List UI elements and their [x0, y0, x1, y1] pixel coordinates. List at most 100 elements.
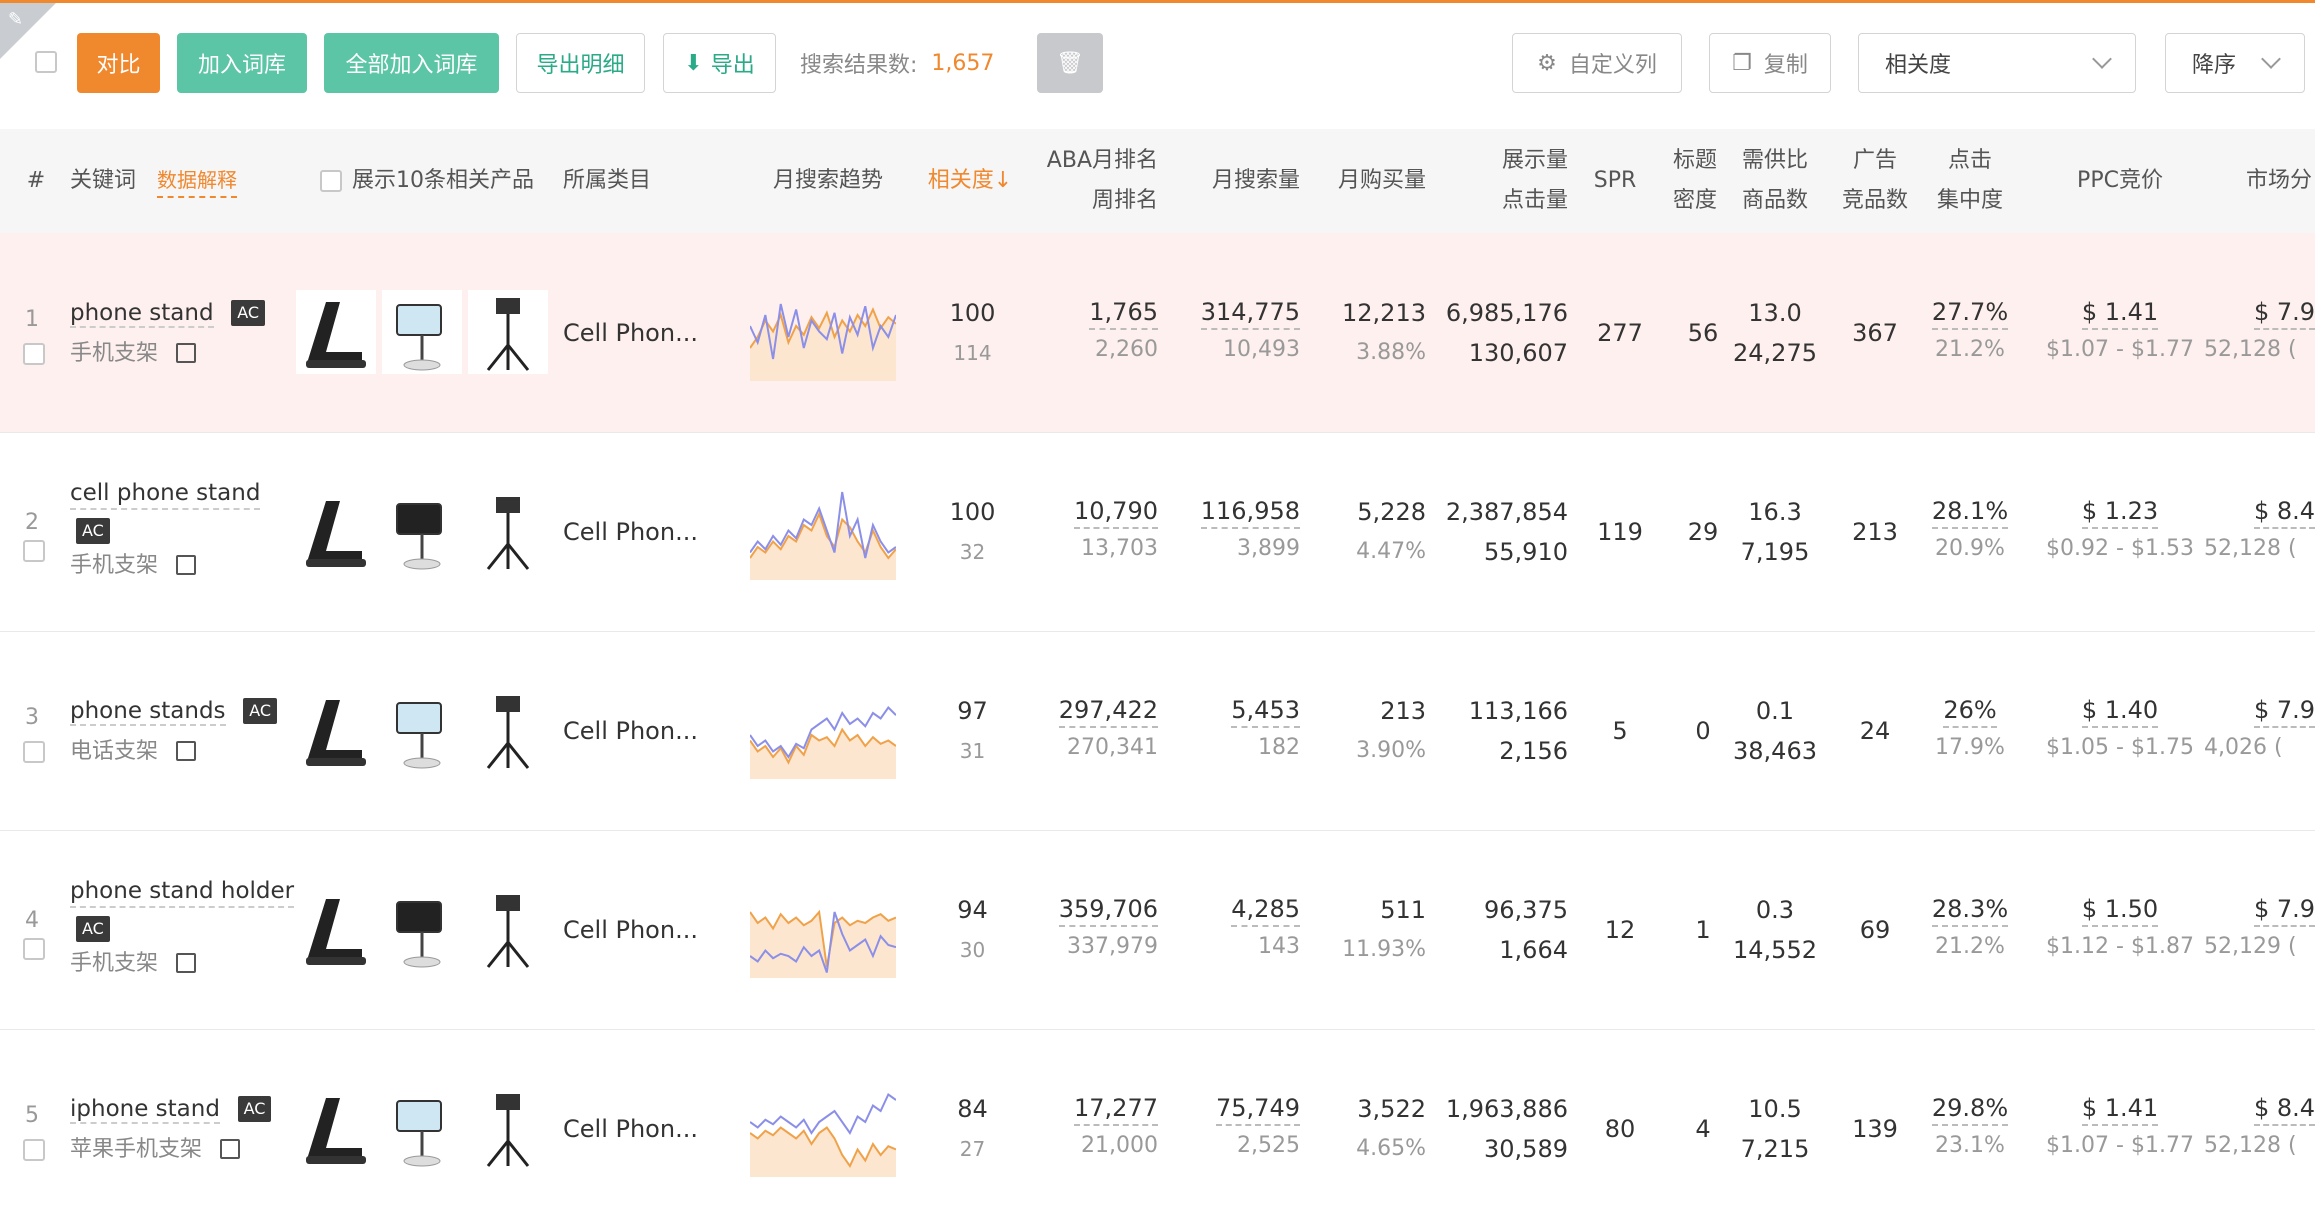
aba-month-value[interactable]: 297,422: [1058, 694, 1158, 728]
monthly-search-value[interactable]: 5,453: [1231, 694, 1300, 728]
export-button[interactable]: ⬇ 导出: [663, 33, 776, 93]
row-checkbox[interactable]: [23, 1139, 45, 1161]
edit-icon[interactable]: [219, 1138, 240, 1159]
add-all-to-library-button[interactable]: 全部加入词库: [324, 33, 499, 93]
table-row[interactable]: 4 phone stand holder AC 手机支架 Cell Phon..…: [0, 830, 2315, 1030]
product-thumbnail[interactable]: [382, 688, 462, 772]
edit-icon[interactable]: [175, 342, 196, 363]
market-value[interactable]: $ 8.4: [2254, 1092, 2315, 1126]
ppc-value[interactable]: $ 1.41: [2081, 296, 2159, 330]
product-thumbnail[interactable]: [382, 290, 462, 374]
edit-icon[interactable]: [175, 952, 196, 973]
row-checkbox[interactable]: [23, 343, 45, 365]
custom-columns-button[interactable]: ⚙ 自定义列: [1512, 33, 1682, 93]
sort-order-select[interactable]: 降序: [2165, 33, 2305, 93]
keyword-text[interactable]: phone stand holder: [70, 876, 295, 908]
col-click-concentration[interactable]: 点击 集中度: [1928, 129, 2012, 233]
add-to-library-button[interactable]: 加入词库: [177, 33, 307, 93]
ppc-value[interactable]: $ 1.23: [2081, 495, 2159, 529]
monthly-search-value[interactable]: 75,749: [1216, 1092, 1300, 1126]
market-value[interactable]: $ 7.9: [2254, 893, 2315, 927]
edit-icon[interactable]: [175, 554, 196, 575]
sort-field-select[interactable]: 相关度: [1858, 33, 2136, 93]
monthly-search-value[interactable]: 314,775: [1200, 296, 1300, 330]
click-concentration-value[interactable]: 27.7%: [1931, 296, 2009, 330]
show-products-toggle[interactable]: 展示10条相关产品: [320, 161, 534, 201]
keyword-text[interactable]: cell phone stand: [70, 478, 261, 510]
col-relevance[interactable]: 相关度↓: [915, 129, 1025, 233]
aba-month-value[interactable]: 1,765: [1089, 296, 1158, 330]
product-thumbnail[interactable]: [382, 489, 462, 573]
table-row[interactable]: 2 cell phone stand AC 手机支架 Cell Phon... …: [0, 432, 2315, 632]
col-aba[interactable]: ABA月排名 周排名: [1030, 129, 1158, 233]
market-value[interactable]: $ 7.9: [2254, 694, 2315, 728]
market-value[interactable]: $ 8.4: [2254, 495, 2315, 529]
row-checkbox[interactable]: [23, 938, 45, 960]
product-thumbnail[interactable]: [468, 1086, 548, 1170]
keyword-text[interactable]: phone stand: [70, 299, 214, 328]
product-thumbnail[interactable]: [382, 1086, 462, 1170]
delete-button[interactable]: 🗑: [1037, 33, 1103, 93]
product-thumbnail[interactable]: [296, 887, 376, 971]
show-products-checkbox[interactable]: [320, 170, 342, 192]
col-supply-ratio[interactable]: 需供比 商品数: [1730, 129, 1820, 233]
col-monthly-search[interactable]: 月搜索量: [1190, 129, 1300, 233]
product-thumbnail[interactable]: [468, 489, 548, 573]
aba-month-value[interactable]: 10,790: [1074, 495, 1158, 529]
ppc-value[interactable]: $ 1.40: [2081, 694, 2159, 728]
product-thumbnail[interactable]: [468, 688, 548, 772]
copy-button[interactable]: ❐ 复制: [1709, 33, 1831, 93]
col-ppc[interactable]: PPC竞价: [2040, 129, 2200, 233]
category-text[interactable]: Cell Phon...: [563, 910, 698, 950]
product-thumbnail[interactable]: [468, 290, 548, 374]
result-count-label: 搜索结果数:: [800, 53, 918, 78]
col-title-density[interactable]: 标题 密度: [1665, 129, 1725, 233]
market-value[interactable]: $ 7.9: [2254, 296, 2315, 330]
click-concentration-value[interactable]: 28.1%: [1931, 495, 2009, 529]
category-text[interactable]: Cell Phon...: [563, 711, 698, 751]
col-impressions[interactable]: 展示量 点击量: [1460, 129, 1568, 233]
keyword-text[interactable]: iphone stand: [70, 1095, 220, 1124]
ppc-value[interactable]: $ 1.50: [2081, 893, 2159, 927]
product-thumbnail[interactable]: [296, 290, 376, 374]
product-thumbnail[interactable]: [468, 887, 548, 971]
col-spr[interactable]: SPR: [1585, 129, 1645, 233]
aba-month-value[interactable]: 359,706: [1058, 893, 1158, 927]
export-detail-button[interactable]: 导出明细: [516, 33, 645, 93]
trend-sparkline[interactable]: [750, 291, 896, 381]
title-density-cell: 29: [1670, 432, 1736, 631]
product-thumbnail[interactable]: [296, 1086, 376, 1170]
select-all-checkbox[interactable]: [35, 51, 57, 73]
trend-sparkline[interactable]: [750, 490, 896, 580]
col-market[interactable]: 市场分: [2246, 129, 2315, 233]
edit-icon[interactable]: [175, 740, 196, 761]
ppc-value[interactable]: $ 1.41: [2081, 1092, 2159, 1126]
monthly-search-value[interactable]: 116,958: [1200, 495, 1300, 529]
product-thumbnail[interactable]: [296, 489, 376, 573]
compare-button[interactable]: 对比: [77, 33, 160, 93]
trend-sparkline[interactable]: [750, 1087, 896, 1177]
category-text[interactable]: Cell Phon...: [563, 313, 698, 353]
table-row[interactable]: 3 phone stands AC 电话支架 Cell Phon... 97 3…: [0, 631, 2315, 831]
click-concentration-value[interactable]: 26%: [1943, 694, 1997, 728]
trend-sparkline[interactable]: [750, 888, 896, 978]
category-text[interactable]: Cell Phon...: [563, 1109, 698, 1149]
monthly-search-value[interactable]: 4,285: [1231, 893, 1300, 927]
keyword-text[interactable]: phone stands: [70, 697, 226, 726]
table-row[interactable]: 5 iphone stand AC 苹果手机支架 Cell Phon... 84…: [0, 1029, 2315, 1205]
table-row[interactable]: 1 phone stand AC 手机支架 Cell Phon... 100 1…: [0, 233, 2315, 433]
trend-sparkline[interactable]: [750, 689, 896, 779]
category-text[interactable]: Cell Phon...: [563, 512, 698, 552]
product-thumbnail[interactable]: [296, 688, 376, 772]
data-explain-link[interactable]: 数据解释: [157, 164, 238, 198]
row-checkbox[interactable]: [23, 540, 45, 562]
product-thumbnail[interactable]: [382, 887, 462, 971]
click-concentration-value[interactable]: 28.3%: [1931, 893, 2009, 927]
col-monthly-buy[interactable]: 月购买量: [1320, 129, 1426, 233]
col-title-density-label-1: 标题: [1672, 148, 1717, 173]
row-checkbox[interactable]: [23, 741, 45, 763]
click-concentration-value[interactable]: 29.8%: [1931, 1092, 2009, 1126]
col-ad-products[interactable]: 广告 竞品数: [1835, 129, 1915, 233]
monthly-buy-cell: 213 3.90%: [1320, 631, 1426, 830]
aba-month-value[interactable]: 17,277: [1074, 1092, 1158, 1126]
